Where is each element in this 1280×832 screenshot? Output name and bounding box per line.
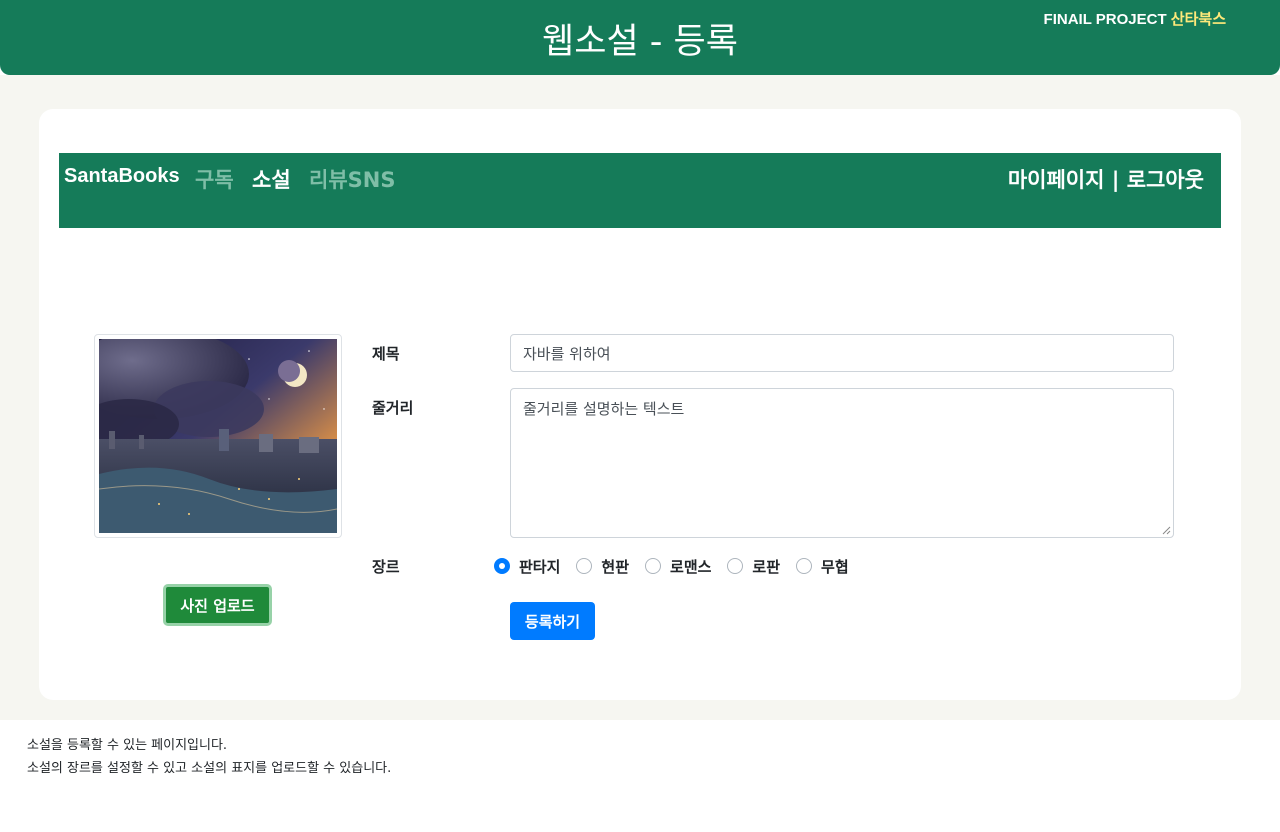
main-navbar: SantaBooks 구독 소설 리뷰SNS 마이페이지 | 로그아웃 xyxy=(59,153,1221,228)
project-brand-accent: 산타북스 xyxy=(1170,11,1226,28)
genre-option-martial-arts[interactable]: 무협 xyxy=(796,556,849,577)
cover-image xyxy=(99,339,337,533)
genre-option-fantasy[interactable]: 판타지 xyxy=(494,556,560,577)
description-line-2: 소설의 장르를 설정할 수 있고 소설의 표지를 업로드할 수 있습니다. xyxy=(27,761,392,776)
plot-label: 줄거리 xyxy=(372,399,414,417)
cover-image-frame xyxy=(94,334,342,538)
register-button[interactable]: 등록하기 xyxy=(510,602,595,640)
genre-option-modern-fantasy[interactable]: 현판 xyxy=(576,556,629,577)
radio-button[interactable] xyxy=(494,558,510,574)
radio-button[interactable] xyxy=(576,558,593,574)
project-brand-prefix: FINAIL PROJECT xyxy=(1043,11,1167,28)
nav-link-review-sns[interactable]: 리뷰SNS xyxy=(309,164,395,194)
plot-textarea[interactable]: 줄거리를 설명하는 텍스트 xyxy=(510,388,1174,538)
genre-option-label[interactable]: 무협 xyxy=(821,556,849,577)
genre-option-romance-fantasy[interactable]: 로판 xyxy=(727,556,780,577)
radio-button[interactable] xyxy=(727,558,744,574)
top-header: 웹소설 - 등록 FINAIL PROJECT 산타북스 xyxy=(0,0,1280,75)
navbar-brand[interactable]: SantaBooks xyxy=(64,165,180,188)
genre-option-romance[interactable]: 로맨스 xyxy=(645,556,711,577)
nav-user-links[interactable]: 마이페이지 | 로그아웃 xyxy=(1008,164,1204,194)
plot-text: 줄거리를 설명하는 텍스트 xyxy=(523,400,685,418)
genre-option-label[interactable]: 로맨스 xyxy=(670,556,711,577)
resize-grip-icon[interactable] xyxy=(1162,526,1171,535)
genre-option-label[interactable]: 판타지 xyxy=(519,556,560,577)
radio-button[interactable] xyxy=(796,558,813,574)
genre-option-label[interactable]: 현판 xyxy=(601,556,629,577)
description-line-1: 소설을 등록할 수 있는 페이지입니다. xyxy=(27,738,228,753)
title-label: 제목 xyxy=(372,345,400,363)
nav-link-novel[interactable]: 소설 xyxy=(252,164,291,194)
page-description: 소설을 등록할 수 있는 페이지입니다. 소설의 장르를 설정할 수 있고 소설… xyxy=(27,734,391,780)
genre-label: 장르 xyxy=(372,558,400,576)
title-input[interactable]: 자바를 위하여 xyxy=(510,334,1174,372)
project-brand: FINAIL PROJECT 산타북스 xyxy=(1044,8,1226,29)
nav-link-subscribe[interactable]: 구독 xyxy=(195,164,234,194)
genre-radio-group: 판타지 현판 로맨스 로판 무협 xyxy=(494,556,865,576)
genre-option-label[interactable]: 로판 xyxy=(752,556,780,577)
photo-upload-button[interactable]: 사진 업로드 xyxy=(163,584,272,626)
radio-button[interactable] xyxy=(645,558,662,574)
